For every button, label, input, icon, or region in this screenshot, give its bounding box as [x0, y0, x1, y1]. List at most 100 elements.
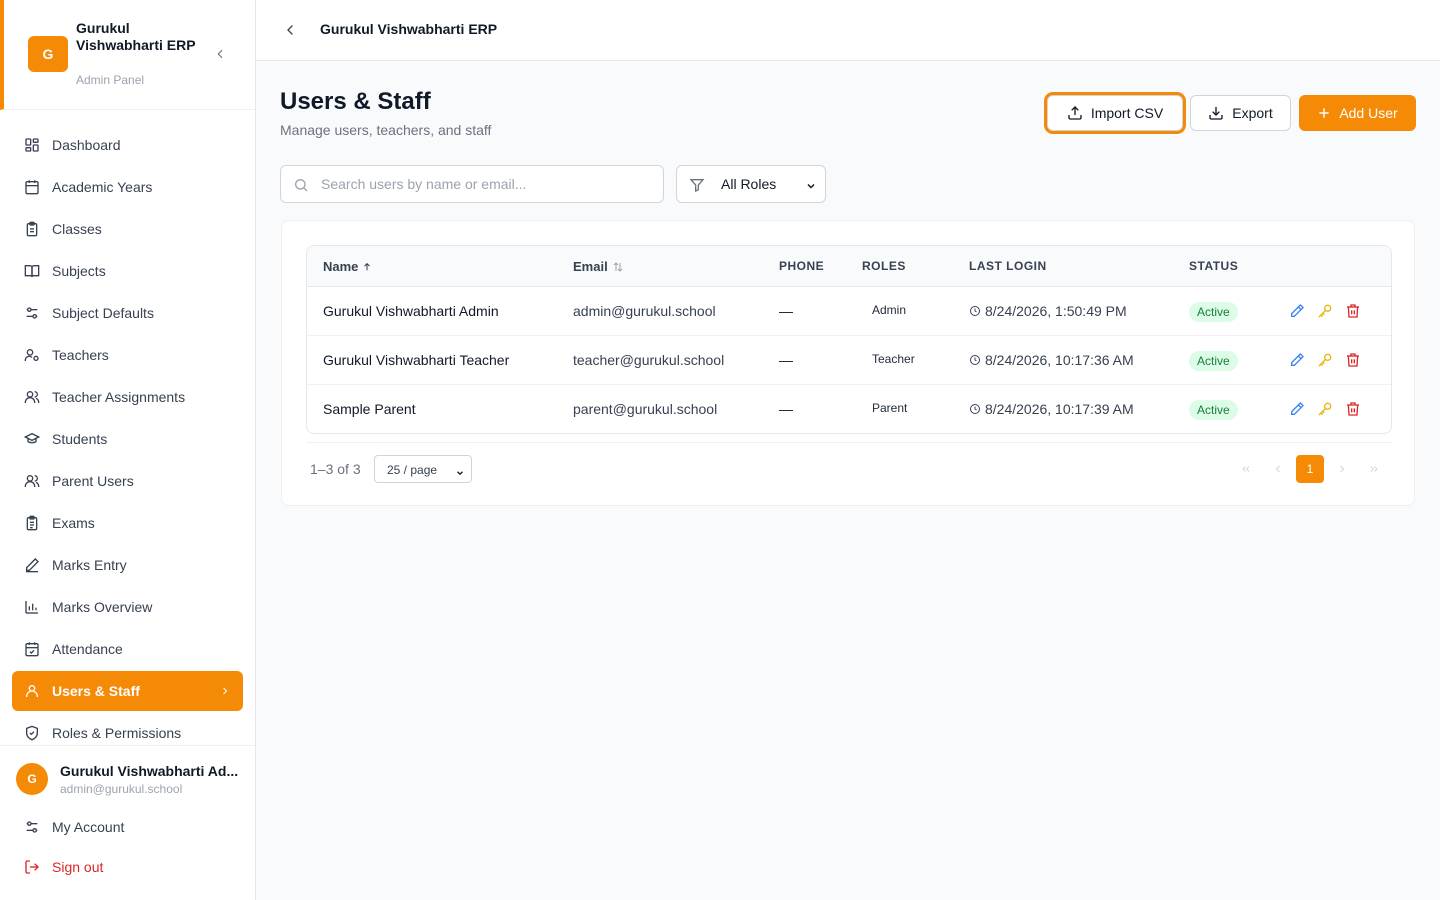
users-icon — [24, 389, 40, 405]
chevron-left-icon — [217, 49, 223, 59]
app-name: Gurukul Vishwabharti ERP — [76, 20, 196, 53]
page-title: Users & Staff — [280, 88, 431, 115]
add-user-button[interactable]: Add User — [1299, 95, 1416, 131]
column-header-name[interactable]: Name — [323, 259, 372, 274]
graduation-cap-icon — [24, 431, 40, 447]
sidebar-item-parent-users[interactable]: Parent Users — [12, 461, 243, 501]
sidebar-item-subjects[interactable]: Subjects — [12, 251, 243, 291]
clock-icon — [969, 354, 981, 366]
upload-icon — [1067, 105, 1083, 121]
sidebar-item-teacher-assignments[interactable]: Teacher Assignments — [12, 377, 243, 417]
clock-icon — [969, 403, 981, 415]
column-header-email[interactable]: Email — [573, 259, 624, 274]
sidebar-item-marks-overview[interactable]: Marks Overview — [12, 587, 243, 627]
table-row: Gurukul Vishwabharti Admin admin@gurukul… — [307, 287, 1391, 336]
trash-icon — [1347, 304, 1359, 318]
sidebar-item-students[interactable]: Students — [12, 419, 243, 459]
table-row: Gurukul Vishwabharti Teacher teacher@gur… — [307, 336, 1391, 385]
delete-user-button[interactable] — [1344, 351, 1362, 369]
role-filter-value: All Roles — [721, 176, 777, 192]
top-bar: Gurukul Vishwabharti ERP — [256, 0, 1440, 61]
calendar-check-icon — [24, 641, 40, 657]
divider — [306, 442, 1392, 443]
sidebar-item-users-staff[interactable]: Users & Staff — [12, 671, 243, 711]
search-input[interactable] — [321, 175, 651, 193]
logout-icon — [24, 859, 40, 875]
sidebar-item-label: Subject Defaults — [52, 305, 154, 321]
delete-user-button[interactable] — [1344, 400, 1362, 418]
shield-icon — [24, 725, 40, 741]
edit-icon — [1291, 402, 1304, 415]
sidebar-item-label: Students — [52, 431, 108, 447]
app-logo: G — [28, 36, 68, 72]
chevron-right-icon — [219, 684, 231, 700]
calendar-icon — [24, 179, 40, 195]
page-button-current[interactable]: 1 — [1296, 455, 1324, 483]
reset-password-button[interactable] — [1316, 351, 1334, 369]
sidebar-item-exams[interactable]: Exams — [12, 503, 243, 543]
next-page-button[interactable] — [1328, 455, 1356, 483]
sidebar-item-label: Marks Overview — [52, 599, 153, 615]
user-settings-icon — [24, 347, 40, 363]
import-csv-label: Import CSV — [1090, 105, 1164, 121]
column-header-last-login: LAST LOGIN — [969, 259, 1047, 273]
sidebar-item-label: Parent Users — [52, 473, 134, 489]
book-icon — [24, 263, 40, 279]
sidebar-item-marks-entry[interactable]: Marks Entry — [12, 545, 243, 585]
download-icon — [1208, 105, 1224, 121]
my-account-link[interactable]: My Account — [24, 817, 124, 837]
trash-icon — [1347, 353, 1359, 367]
sidebar-item-academic-years[interactable]: Academic Years — [12, 167, 243, 207]
edit-user-button[interactable] — [1288, 351, 1306, 369]
sidebar-item-teachers[interactable]: Teachers — [12, 335, 243, 375]
dashboard-icon — [24, 137, 40, 153]
sidebar-item-dashboard[interactable]: Dashboard — [12, 125, 243, 165]
delete-user-button[interactable] — [1344, 302, 1362, 320]
bar-chart-icon — [24, 599, 40, 615]
user-email-cell: admin@gurukul.school — [573, 303, 716, 319]
sidebar-item-subject-defaults[interactable]: Subject Defaults — [12, 293, 243, 333]
sidebar: G Gurukul Vishwabharti ERP Admin Panel D… — [0, 0, 256, 900]
page-size-select[interactable]: 25 / page — [374, 455, 472, 483]
plus-icon — [1317, 106, 1331, 120]
sidebar-item-label: Roles & Permissions — [52, 725, 182, 741]
export-button[interactable]: Export — [1190, 95, 1291, 131]
first-page-button[interactable] — [1232, 455, 1260, 483]
role-badge: Parent — [872, 401, 908, 415]
clock-icon — [969, 305, 981, 317]
edit-icon — [1291, 353, 1304, 366]
status-badge: Active — [1189, 400, 1238, 420]
avatar: G — [16, 763, 48, 795]
sidebar-item-label: Academic Years — [52, 179, 153, 195]
import-csv-button[interactable]: Import CSV — [1047, 95, 1183, 131]
role-filter-select[interactable]: All Roles — [676, 165, 826, 203]
current-user-name: Gurukul Vishwabharti Ad... — [60, 763, 239, 779]
status-badge: Active — [1189, 302, 1238, 322]
last-login-value: 8/24/2026, 1:50:49 PM — [985, 303, 1127, 319]
previous-page-button[interactable] — [1264, 455, 1292, 483]
sidebar-item-classes[interactable]: Classes — [12, 209, 243, 249]
sidebar-item-attendance[interactable]: Attendance — [12, 629, 243, 669]
collapse-sidebar-button[interactable] — [210, 44, 230, 64]
table-header: Name Email PHONE ROLES LAST LOGIN STATUS — [307, 246, 1391, 287]
key-icon — [1318, 304, 1332, 318]
column-name-label: Name — [323, 259, 359, 274]
edit-user-button[interactable] — [1288, 302, 1306, 320]
sidebar-item-label: Teachers — [52, 347, 109, 363]
brand-header: G Gurukul Vishwabharti ERP Admin Panel — [0, 0, 255, 110]
back-button[interactable] — [280, 20, 300, 40]
sign-out-label: Sign out — [52, 859, 104, 875]
search-box — [280, 165, 664, 203]
sign-out-link[interactable]: Sign out — [24, 857, 103, 877]
edit-user-button[interactable] — [1288, 400, 1306, 418]
chevron-right-icon — [1340, 465, 1345, 473]
reset-password-button[interactable] — [1316, 302, 1334, 320]
sidebar-item-label: Attendance — [52, 641, 123, 657]
users-table: Name Email PHONE ROLES LAST LOGIN STATUS… — [306, 245, 1392, 434]
search-icon — [293, 177, 309, 198]
pagination-summary: 1–3 of 3 — [310, 461, 361, 477]
page-size-value: 25 / page — [387, 463, 438, 477]
last-page-button[interactable] — [1360, 455, 1388, 483]
reset-password-button[interactable] — [1316, 400, 1334, 418]
last-login-cell: 8/24/2026, 10:17:36 AM — [969, 352, 1134, 368]
